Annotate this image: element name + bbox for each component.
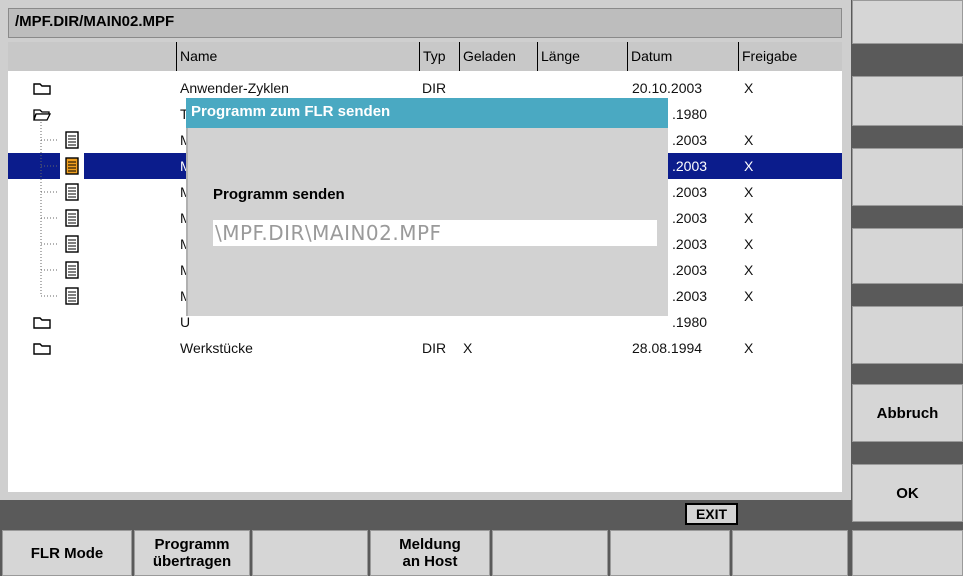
row-release: X: [744, 132, 754, 148]
row-date: .2003: [672, 158, 708, 174]
row-release: X: [744, 236, 754, 252]
send-dialog: [186, 98, 668, 316]
row-release: X: [744, 184, 754, 200]
tree-lines: [40, 122, 58, 297]
row-date: .1980: [672, 106, 708, 122]
softkey-right-5[interactable]: [852, 306, 963, 364]
col-loaded[interactable]: Geladen: [459, 42, 541, 71]
row-date: 28.08.1994: [632, 340, 703, 356]
softkey-bottom-6[interactable]: [610, 530, 730, 576]
dialog-title: Programm zum FLR senden: [186, 98, 668, 128]
softkey-right-4[interactable]: [852, 228, 963, 284]
softkey-right-1[interactable]: [852, 0, 963, 44]
row-release: X: [744, 288, 754, 304]
row-date: .2003: [672, 262, 708, 278]
row-release: X: [744, 210, 754, 226]
row-release: X: [744, 80, 754, 96]
exit-indicator: EXIT: [685, 503, 738, 525]
col-length[interactable]: Länge: [537, 42, 631, 71]
program-path-field[interactable]: \MPF.DIR\MAIN02.MPF: [213, 220, 657, 246]
softkey-bottom-3[interactable]: [252, 530, 368, 576]
meldung-an-host-button[interactable]: Meldung an Host: [370, 530, 490, 576]
col-name[interactable]: Name: [176, 42, 423, 71]
softkey-bottom-5[interactable]: [492, 530, 608, 576]
programm-uebertragen-button[interactable]: Programm übertragen: [134, 530, 250, 576]
dialog-label: Programm senden: [213, 186, 345, 203]
row-date: .2003: [672, 236, 708, 252]
row-name: Werkstücke: [180, 340, 253, 356]
softkey-bottom-7[interactable]: [732, 530, 848, 576]
row-date: .2003: [672, 288, 708, 304]
softkey-right-2[interactable]: [852, 76, 963, 126]
col-date[interactable]: Datum: [627, 42, 742, 71]
col-type[interactable]: Typ: [419, 42, 463, 71]
abbruch-button[interactable]: Abbruch: [852, 384, 963, 442]
flr-mode-button[interactable]: FLR Mode: [2, 530, 132, 576]
row-release: X: [744, 340, 754, 356]
ok-button[interactable]: OK: [852, 464, 963, 522]
softkey-right-3[interactable]: [852, 148, 963, 206]
row-loaded: X: [463, 340, 473, 356]
softkey-bottom-8[interactable]: [852, 530, 963, 576]
row-type: DIR: [422, 340, 447, 356]
row-date: .2003: [672, 210, 708, 226]
col-release[interactable]: Freigabe: [738, 42, 846, 71]
row-date: .2003: [672, 132, 708, 148]
row-date: .2003: [672, 184, 708, 200]
row-release: X: [744, 262, 754, 278]
row-release: X: [744, 158, 754, 174]
row-date: .1980: [672, 314, 708, 330]
